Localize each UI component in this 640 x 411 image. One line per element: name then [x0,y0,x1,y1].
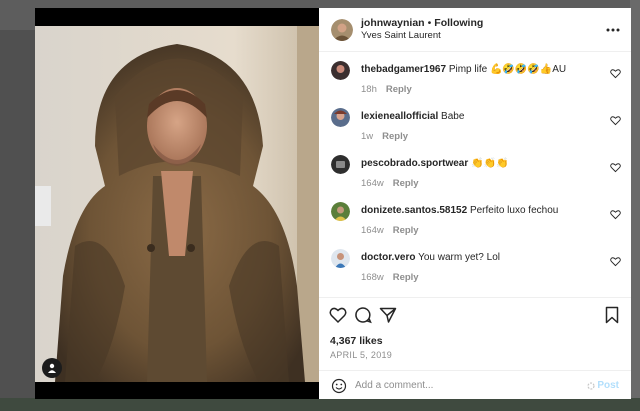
bookmark-icon[interactable] [603,306,621,324]
separator-dot: • [427,17,432,29]
post-photo[interactable] [35,8,319,399]
action-bar [329,306,623,326]
comment-username[interactable]: doctor.vero [361,252,415,263]
post-side-panel: johnwaynian • Following Yves Saint Laurent… [319,8,631,399]
comment-item: thebadgamer1967 Pimp life 💪🤣🤣🤣👍AU 18h Rep… [331,53,623,99]
backdrop-right-edge [630,0,640,411]
post-header: johnwaynian • Following Yves Saint Laurent [319,8,631,52]
comment-item: lexieneallofficial Babe 1w Reply [331,100,623,146]
comment-text: Perfeito luxo fechou [469,205,559,216]
add-comment-bar: Post [319,370,631,400]
loading-spinner-icon [587,381,595,390]
commenter-avatar[interactable] [331,155,350,174]
post-location[interactable]: Yves Saint Laurent [361,30,605,42]
more-horizontal-icon[interactable] [605,22,621,38]
post-image [35,26,319,382]
commenter-avatar[interactable] [331,202,350,221]
post-button[interactable]: Post [587,380,619,391]
comment-username[interactable]: thebadgamer1967 [361,64,446,75]
heart-icon[interactable] [610,162,621,173]
comment-text: Babe [441,111,465,122]
comment-username[interactable]: donizete.santos.58152 [361,205,467,216]
post-button-label: Post [597,380,619,391]
commenter-avatar[interactable] [331,61,350,80]
author-info: johnwaynian • Following Yves Saint Laurent [361,17,605,42]
comments-list[interactable]: thebadgamer1967 Pimp life 💪🤣🤣🤣👍AU 18h Rep… [319,53,631,296]
comment-bubble-icon[interactable] [354,306,372,324]
comment-time[interactable]: 164w [361,225,384,236]
tagged-user-icon[interactable] [42,358,62,378]
heart-icon[interactable] [610,256,621,267]
share-send-icon[interactable] [379,306,397,324]
comment-item: doctor.vero You warm yet? Lol 168w Reply [331,241,623,287]
comment-time[interactable]: 18h [361,84,377,95]
comment-username[interactable]: pescobrado.sportwear [361,158,468,169]
following-button[interactable]: Following [434,17,483,29]
comment-time[interactable]: 164w [361,178,384,189]
heart-icon[interactable] [610,115,621,126]
heart-icon[interactable] [610,68,621,79]
reply-button[interactable]: Reply [393,272,419,283]
reply-button[interactable]: Reply [382,131,408,142]
post-date[interactable]: APRIL 5, 2019 [330,350,392,360]
like-heart-icon[interactable] [329,306,347,324]
post-modal: johnwaynian • Following Yves Saint Laurent… [35,8,631,399]
comment-text: You warm yet? Lol [418,252,500,263]
author-username[interactable]: johnwaynian [361,17,425,29]
comment-text: Pimp life 💪🤣🤣🤣👍AU [448,64,567,75]
comment-text: 👏👏👏 [471,158,509,169]
comment-time[interactable]: 168w [361,272,384,283]
comment-item: pescobrado.sportwear 👏👏👏 164w Reply [331,147,623,193]
reply-button[interactable]: Reply [386,84,412,95]
commenter-avatar[interactable] [331,249,350,268]
commenter-avatar[interactable] [331,108,350,127]
author-avatar[interactable] [331,18,353,41]
likes-count[interactable]: 4,367 likes [330,335,383,347]
comment-username[interactable]: lexieneallofficial [361,111,438,122]
add-comment-input[interactable] [355,380,588,391]
comment-time[interactable]: 1w [361,131,373,142]
reply-button[interactable]: Reply [393,225,419,236]
emoji-icon[interactable] [331,378,347,394]
comment-item: donizete.santos.58152 Perfeito luxo fech… [331,194,623,240]
reply-button[interactable]: Reply [393,178,419,189]
heart-icon[interactable] [610,209,621,220]
post-actions: 4,367 likes APRIL 5, 2019 Post [319,297,631,399]
